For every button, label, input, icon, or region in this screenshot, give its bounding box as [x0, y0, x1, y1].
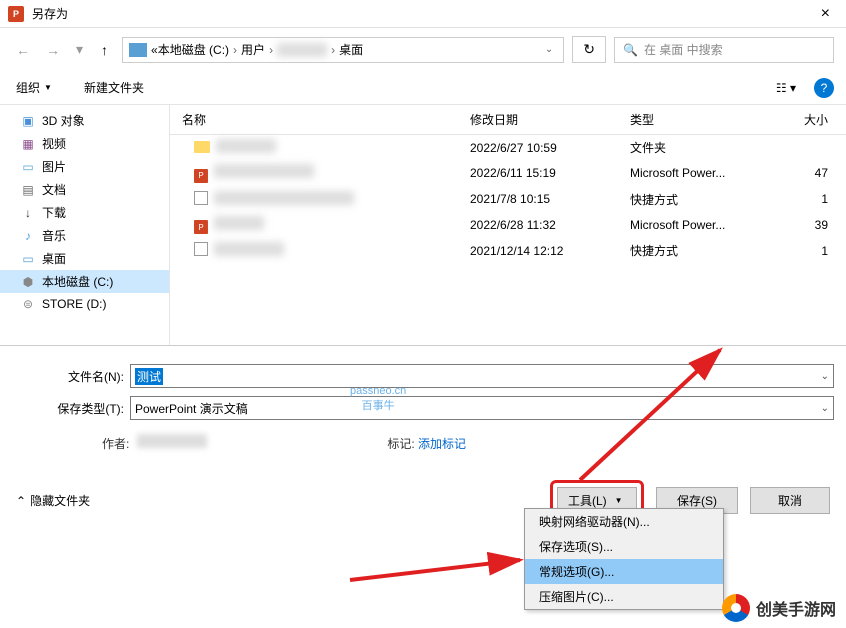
- disk-icon: ⬢: [20, 274, 36, 290]
- new-folder-button[interactable]: 新建文件夹: [80, 77, 148, 98]
- menu-item-map-drive[interactable]: 映射网络驱动器(N)...: [525, 509, 723, 534]
- ppt-icon: P: [194, 220, 208, 234]
- back-button[interactable]: ←: [12, 40, 34, 60]
- menu-item-compress[interactable]: 压缩图片(C)...: [525, 584, 723, 609]
- file-list: 名称 修改日期 类型 大小 2022/6/27 10:59 文件夹 P 2022…: [170, 105, 846, 345]
- logo-icon: [722, 594, 750, 622]
- annotation-arrow: [340, 540, 540, 590]
- navbar: ← → ▾ ↑ « 本地磁盘 (C:) › 用户 › › 桌面 ⌄ ↻ 🔍 在 …: [0, 28, 846, 71]
- chevron-icon: ⌃: [16, 494, 26, 508]
- document-icon: ▤: [20, 182, 36, 198]
- sidebar-item-disk-c[interactable]: ⬢本地磁盘 (C:): [0, 270, 169, 293]
- cancel-button[interactable]: 取消: [750, 487, 830, 514]
- up-button[interactable]: ↑: [95, 40, 114, 60]
- video-icon: ▦: [20, 136, 36, 152]
- filename-input[interactable]: 测试 ⌄: [130, 364, 834, 388]
- search-input[interactable]: 🔍 在 桌面 中搜索: [614, 37, 834, 63]
- chevron-down-icon[interactable]: ⌄: [821, 403, 829, 414]
- breadcrumb-part-blurred[interactable]: [277, 43, 327, 57]
- file-row[interactable]: P 2022/6/11 15:19 Microsoft Power... 47: [170, 160, 846, 187]
- save-controls: 文件名(N): 测试 ⌄ 保存类型(T): PowerPoint 演示文稿 ⌄ …: [0, 345, 846, 468]
- shortcut-icon: [194, 242, 208, 256]
- breadcrumb-part[interactable]: 本地磁盘 (C:): [158, 41, 229, 58]
- filename-label: 文件名(N):: [12, 368, 130, 385]
- cube-icon: ▣: [20, 113, 36, 129]
- breadcrumb[interactable]: « 本地磁盘 (C:) › 用户 › › 桌面 ⌄: [122, 37, 564, 63]
- window-title: 另存为: [32, 5, 68, 22]
- sidebar-item-desktop[interactable]: ▭桌面: [0, 247, 169, 270]
- column-type[interactable]: 类型: [630, 111, 780, 128]
- tools-menu: 映射网络驱动器(N)... 保存选项(S)... 常规选项(G)... 压缩图片…: [524, 508, 724, 610]
- chevron-down-icon[interactable]: ⌄: [541, 44, 557, 55]
- close-icon[interactable]: ×: [813, 5, 838, 23]
- tags-label: 标记:: [387, 437, 414, 451]
- help-button[interactable]: ?: [814, 78, 834, 98]
- picture-icon: ▭: [20, 159, 36, 175]
- search-icon: 🔍: [623, 43, 638, 57]
- file-row[interactable]: 2021/12/14 12:12 快捷方式 1: [170, 238, 846, 263]
- author-label: 作者:: [102, 437, 129, 451]
- forward-button[interactable]: →: [42, 40, 64, 60]
- toolbar: 组织 ▼ 新建文件夹 ☷ ▾ ?: [0, 71, 846, 105]
- column-name[interactable]: 名称: [170, 111, 470, 128]
- sidebar-item-disk-d[interactable]: ⊜STORE (D:): [0, 293, 169, 315]
- ppt-icon: P: [194, 169, 208, 183]
- column-date[interactable]: 修改日期: [470, 111, 630, 128]
- add-tag-link[interactable]: 添加标记: [418, 437, 466, 451]
- view-button[interactable]: ☷ ▾: [770, 79, 802, 97]
- chevron-down-icon[interactable]: ▾: [72, 39, 87, 60]
- disk-icon: ⊜: [20, 296, 36, 312]
- breadcrumb-part[interactable]: 桌面: [339, 41, 363, 58]
- column-size[interactable]: 大小: [780, 111, 840, 128]
- file-row[interactable]: P 2022/6/28 11:32 Microsoft Power... 39: [170, 212, 846, 239]
- device-icon: [129, 43, 147, 57]
- author-value[interactable]: [137, 434, 207, 448]
- organize-button[interactable]: 组织 ▼: [12, 77, 56, 98]
- sidebar: ▣3D 对象 ▦视频 ▭图片 ▤文档 ↓下载 ♪音乐 ▭桌面 ⬢本地磁盘 (C:…: [0, 105, 170, 345]
- site-logo: 创美手游网: [722, 594, 836, 622]
- titlebar: P 另存为 ×: [0, 0, 846, 28]
- filetype-select[interactable]: PowerPoint 演示文稿 ⌄: [130, 396, 834, 420]
- app-icon: P: [8, 6, 24, 22]
- sidebar-item-video[interactable]: ▦视频: [0, 132, 169, 155]
- chevron-down-icon[interactable]: ⌄: [821, 371, 829, 382]
- file-row[interactable]: 2022/6/27 10:59 文件夹: [170, 135, 846, 160]
- filetype-label: 保存类型(T):: [12, 400, 130, 417]
- refresh-button[interactable]: ↻: [572, 36, 606, 63]
- menu-item-general-options[interactable]: 常规选项(G)...: [525, 559, 723, 584]
- sidebar-item-music[interactable]: ♪音乐: [0, 224, 169, 247]
- shortcut-icon: [194, 191, 208, 205]
- sidebar-item-downloads[interactable]: ↓下载: [0, 201, 169, 224]
- file-row[interactable]: 2021/7/8 10:15 快捷方式 1: [170, 187, 846, 212]
- file-header: 名称 修改日期 类型 大小: [170, 105, 846, 135]
- download-icon: ↓: [20, 205, 36, 221]
- menu-item-save-options[interactable]: 保存选项(S)...: [525, 534, 723, 559]
- breadcrumb-part[interactable]: 用户: [241, 41, 265, 58]
- hide-folders-toggle[interactable]: ⌃ 隐藏文件夹: [16, 492, 90, 509]
- folder-icon: [194, 141, 210, 153]
- sidebar-item-documents[interactable]: ▤文档: [0, 178, 169, 201]
- sidebar-item-3d[interactable]: ▣3D 对象: [0, 109, 169, 132]
- content: ▣3D 对象 ▦视频 ▭图片 ▤文档 ↓下载 ♪音乐 ▭桌面 ⬢本地磁盘 (C:…: [0, 105, 846, 345]
- desktop-icon: ▭: [20, 251, 36, 267]
- sidebar-item-pictures[interactable]: ▭图片: [0, 155, 169, 178]
- music-icon: ♪: [20, 228, 36, 244]
